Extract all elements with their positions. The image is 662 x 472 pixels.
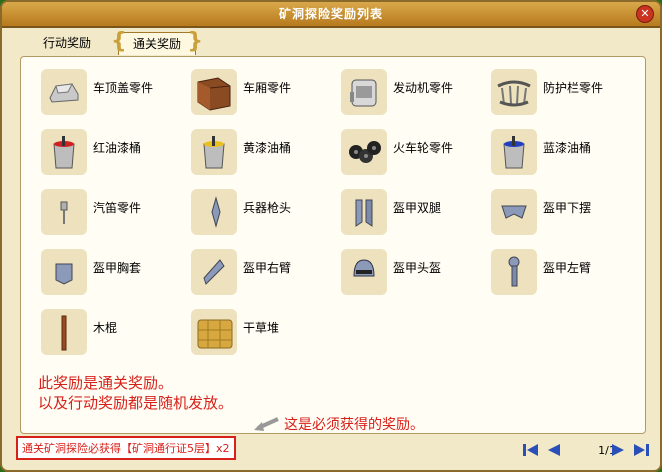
reward-item[interactable]: 盔甲右臂 bbox=[191, 249, 341, 297]
reward-item[interactable]: 车厢零件 bbox=[191, 69, 341, 117]
hint-text: 这是必须获得的奖励。 bbox=[284, 417, 424, 433]
reward-item-name: 盔甲下摆 bbox=[543, 201, 592, 215]
wooden-stick-icon[interactable] bbox=[41, 309, 87, 355]
tab-bracket-right-icon: } bbox=[187, 29, 203, 54]
reward-item[interactable]: 干草堆 bbox=[191, 309, 341, 357]
reward-item-name: 盔甲左臂 bbox=[543, 261, 592, 275]
train-wheels-icon[interactable] bbox=[341, 129, 387, 175]
reward-item-name: 盔甲双腿 bbox=[393, 201, 442, 215]
reward-item[interactable]: 盔甲胸套 bbox=[41, 249, 191, 297]
reward-item[interactable]: 兵器枪头 bbox=[191, 189, 341, 237]
tab-clear-rewards[interactable]: { 通关奖励 } bbox=[111, 31, 203, 55]
reward-item[interactable]: 火车轮零件 bbox=[341, 129, 491, 177]
reward-item-name: 蓝漆油桶 bbox=[543, 141, 592, 155]
guaranteed-reward-box: 通关矿洞探险必获得【矿洞通行证5层】x2 bbox=[16, 436, 236, 460]
first-page-icon[interactable] bbox=[522, 442, 540, 458]
reward-item[interactable]: 防护栏零件 bbox=[491, 69, 641, 117]
reward-item[interactable]: 汽笛零件 bbox=[41, 189, 191, 237]
reward-item-name: 汽笛零件 bbox=[93, 201, 142, 215]
roof-part-icon[interactable] bbox=[41, 69, 87, 115]
armor-skirt-icon[interactable] bbox=[491, 189, 537, 235]
reward-item-name: 盔甲胸套 bbox=[93, 261, 142, 275]
reward-item[interactable]: 盔甲头盔 bbox=[341, 249, 491, 297]
reward-item-name: 发动机零件 bbox=[393, 81, 454, 95]
engine-part-icon[interactable] bbox=[341, 69, 387, 115]
reward-item[interactable]: 蓝漆油桶 bbox=[491, 129, 641, 177]
reward-item[interactable]: 木棍 bbox=[41, 309, 191, 357]
reward-item-name: 盔甲头盔 bbox=[393, 261, 442, 275]
armor-legs-icon[interactable] bbox=[341, 189, 387, 235]
armor-helmet-icon[interactable] bbox=[341, 249, 387, 295]
armor-right-arm-icon[interactable] bbox=[191, 249, 237, 295]
reward-item-name: 兵器枪头 bbox=[243, 201, 292, 215]
reward-item-name: 车顶盖零件 bbox=[93, 81, 154, 95]
blue-paint-bucket-icon[interactable] bbox=[491, 129, 537, 175]
prev-page-icon[interactable] bbox=[544, 442, 562, 458]
reward-window: 矿洞探险奖励列表 ✕ 行动奖励 { 通关奖励 } 车顶盖零件 车厢零件 发动机零件 防… bbox=[0, 0, 662, 472]
spearhead-icon[interactable] bbox=[191, 189, 237, 235]
reward-item[interactable]: 盔甲左臂 bbox=[491, 249, 641, 297]
window-title: 矿洞探险奖励列表 bbox=[278, 7, 383, 21]
title-bar[interactable]: 矿洞探险奖励列表 ✕ bbox=[2, 2, 660, 28]
whistle-icon[interactable] bbox=[41, 189, 87, 235]
pager: 1/1 bbox=[522, 442, 650, 462]
tab-label: 通关奖励 bbox=[132, 37, 181, 51]
reward-item-name: 红油漆桶 bbox=[93, 141, 142, 155]
armor-left-arm-icon[interactable] bbox=[491, 249, 537, 295]
next-page-icon[interactable] bbox=[610, 442, 628, 458]
yellow-paint-bucket-icon[interactable] bbox=[191, 129, 237, 175]
reward-item-name: 防护栏零件 bbox=[543, 81, 604, 95]
last-page-icon[interactable] bbox=[632, 442, 650, 458]
pointer-arrow-icon bbox=[254, 417, 279, 431]
armor-chest-icon[interactable] bbox=[41, 249, 87, 295]
red-paint-bucket-icon[interactable] bbox=[41, 129, 87, 175]
reward-item[interactable]: 车顶盖零件 bbox=[41, 69, 191, 117]
haystack-icon[interactable] bbox=[191, 309, 237, 355]
note-line-2: 以及行动奖励都是随机发放。 bbox=[38, 394, 234, 412]
note-line-1: 此奖励是通关奖励。 bbox=[38, 374, 174, 392]
reward-item-name: 火车轮零件 bbox=[393, 141, 454, 155]
close-icon[interactable]: ✕ bbox=[636, 5, 654, 23]
reward-item-name: 干草堆 bbox=[243, 321, 280, 335]
wagon-box-icon[interactable] bbox=[191, 69, 237, 115]
reward-item[interactable]: 黄漆油桶 bbox=[191, 129, 341, 177]
reward-item[interactable]: 盔甲下摆 bbox=[491, 189, 641, 237]
reward-item-name: 木棍 bbox=[93, 321, 118, 335]
tab-bracket-left-icon: { bbox=[111, 29, 127, 54]
reward-item[interactable]: 发动机零件 bbox=[341, 69, 491, 117]
guardrail-icon[interactable] bbox=[491, 69, 537, 115]
reward-item-name: 盔甲右臂 bbox=[243, 261, 292, 275]
reward-item-name: 黄漆油桶 bbox=[243, 141, 292, 155]
reward-item[interactable]: 盔甲双腿 bbox=[341, 189, 491, 237]
reward-item-name: 车厢零件 bbox=[243, 81, 292, 95]
tab-action-rewards[interactable]: 行动奖励 bbox=[32, 32, 102, 54]
reward-item[interactable]: 红油漆桶 bbox=[41, 129, 191, 177]
